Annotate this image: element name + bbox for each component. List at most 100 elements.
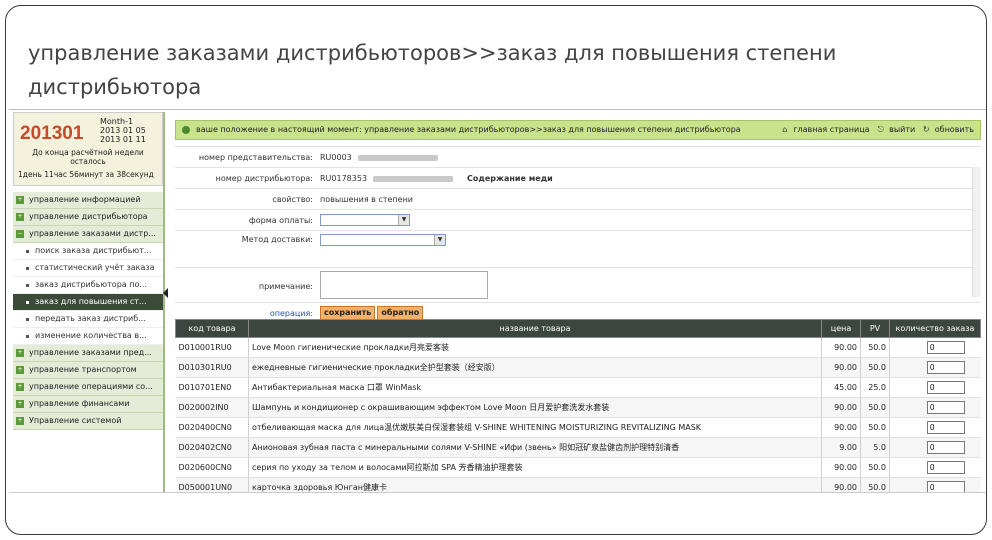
product-code: D020402CN0 bbox=[175, 437, 249, 458]
home-link[interactable]: главная страница bbox=[793, 125, 869, 134]
product-pv: 50.0 bbox=[860, 477, 890, 492]
product-name: отбеливающая маска для лица温优嫩肤美白保湿套装组 V… bbox=[248, 417, 822, 438]
save-button[interactable]: сохранить bbox=[320, 306, 376, 320]
refresh-icon[interactable]: ↻ bbox=[922, 125, 931, 134]
product-price: 9.00 bbox=[821, 437, 861, 458]
product-price: 90.00 bbox=[821, 337, 861, 358]
plus-icon: + bbox=[16, 383, 24, 391]
product-code: D050001UN0 bbox=[175, 477, 249, 492]
quantity-input[interactable] bbox=[927, 381, 965, 394]
menu-section-operations[interactable]: + управление операциями со... bbox=[13, 379, 163, 396]
payment-label: форма оплаты: bbox=[248, 216, 313, 225]
quantity-input[interactable] bbox=[927, 341, 965, 354]
collapse-sidebar-icon[interactable] bbox=[163, 288, 168, 298]
table-header-row: код товара название товара цена PV колич… bbox=[175, 319, 981, 338]
product-name: Антибактериальная маска 口罩 WinMask bbox=[248, 377, 822, 398]
chevron-down-icon: ▼ bbox=[434, 235, 445, 245]
sidebar-item-order-stats[interactable]: статистический учёт заказа bbox=[13, 260, 163, 277]
quantity-input[interactable] bbox=[927, 361, 965, 374]
location-icon bbox=[182, 126, 190, 134]
product-code: D020600CN0 bbox=[175, 457, 249, 478]
plus-icon: + bbox=[16, 213, 24, 221]
month-label: Month-1 bbox=[100, 117, 134, 126]
delivery-select[interactable]: ▼ bbox=[320, 234, 446, 246]
form-row-delivery: Метод доставки: ▼ bbox=[175, 231, 981, 268]
product-price: 90.00 bbox=[821, 417, 861, 438]
slide-frame: управление заказами дистрибьюторов>>зака… bbox=[5, 5, 987, 535]
table-row: D010301RU0 ежедневные гигиенические прок… bbox=[175, 357, 981, 378]
menu-section-system[interactable]: + Управление системой bbox=[13, 413, 163, 430]
date-start: 2013 01 05 bbox=[100, 126, 146, 135]
top-nav: ⌂ главная страница ⎋ выйти ↻ обновить bbox=[776, 121, 974, 139]
col-price: цена bbox=[821, 319, 861, 338]
distributor-value: RU0178353 Содержание меди bbox=[320, 174, 553, 183]
form-scrollbar[interactable] bbox=[972, 167, 981, 297]
note-textarea[interactable] bbox=[320, 271, 488, 299]
sidebar-item-transfer-order[interactable]: передать заказ дистриб... bbox=[13, 311, 163, 328]
home-icon[interactable]: ⌂ bbox=[780, 125, 789, 134]
bullet-icon bbox=[26, 284, 29, 287]
col-name: название товара bbox=[248, 319, 822, 338]
product-price: 90.00 bbox=[821, 397, 861, 418]
logout-link[interactable]: выйти bbox=[889, 125, 915, 134]
sidebar-item-promotion-order[interactable]: заказ для повышения ст... bbox=[13, 294, 163, 311]
menu-section-orders[interactable]: − управление заказами дистр... bbox=[13, 226, 163, 243]
week-dates: Month-1 2013 01 05 2013 01 11 bbox=[100, 117, 146, 144]
table-row: D020400CN0 отбеливающая маска для лица温优… bbox=[175, 417, 981, 438]
operation-label: операция: bbox=[269, 309, 313, 318]
product-name: ежедневные гигиенические прокладки全护型套装（… bbox=[248, 357, 822, 378]
product-pv: 50.0 bbox=[860, 417, 890, 438]
product-price: 90.00 bbox=[821, 457, 861, 478]
quantity-input[interactable] bbox=[927, 441, 965, 454]
blurred-name bbox=[357, 154, 438, 161]
back-button[interactable]: обратно bbox=[377, 306, 424, 320]
table-row: D010701EN0 Антибактериальная маска 口罩 Wi… bbox=[175, 377, 981, 398]
product-pv: 50.0 bbox=[860, 457, 890, 478]
plus-icon: + bbox=[16, 366, 24, 374]
blurred-name bbox=[373, 175, 454, 182]
product-price: 45.00 bbox=[821, 377, 861, 398]
deadline-text: До конца расчётной недели осталось bbox=[32, 148, 144, 166]
property-label: свойство: bbox=[272, 195, 313, 204]
table-row: D010001RU0 Love Moon гигиенические прокл… bbox=[175, 337, 981, 358]
product-code: D020400CN0 bbox=[175, 417, 249, 438]
refresh-link[interactable]: обновить bbox=[935, 125, 974, 134]
product-pv: 25.0 bbox=[860, 377, 890, 398]
plus-icon: + bbox=[16, 400, 24, 408]
bullet-icon bbox=[26, 301, 29, 304]
menu-section-transport[interactable]: + управление транспортом bbox=[13, 362, 163, 379]
date-end: 2013 01 11 bbox=[100, 135, 146, 144]
menu-section-distributor[interactable]: + управление дистрибьютора bbox=[13, 209, 163, 226]
exit-icon[interactable]: ⎋ bbox=[876, 125, 885, 134]
delivery-label: Метод доставки: bbox=[241, 235, 313, 244]
remaining-time-text: 1день 11час 56минут за 38секунд bbox=[18, 170, 154, 179]
quantity-input[interactable] bbox=[927, 421, 965, 434]
bullet-icon bbox=[26, 318, 29, 321]
quantity-input[interactable] bbox=[927, 481, 965, 492]
app-screenshot: 201301 Month-1 2013 01 05 2013 01 11 До … bbox=[9, 109, 986, 493]
form-row-property: свойство: повышения в степени bbox=[175, 189, 981, 210]
product-code: D010301RU0 bbox=[175, 357, 249, 378]
sidebar-menu: + управление информацией + управление дист… bbox=[13, 192, 163, 430]
rep-value: RU0003 bbox=[320, 153, 438, 162]
table-row: D020402CN0 Анионовая зубная паста с мине… bbox=[175, 437, 981, 458]
note-label: примечание: bbox=[258, 282, 313, 291]
quantity-input[interactable] bbox=[927, 401, 965, 414]
sidebar-item-change-quantity[interactable]: изменение количества в... bbox=[13, 328, 163, 345]
breadcrumb: ваше положение в настоящий момент: управ… bbox=[196, 125, 741, 134]
quantity-input[interactable] bbox=[927, 461, 965, 474]
location-bar: ваше положение в настоящий момент: управ… bbox=[175, 120, 981, 140]
product-price: 90.00 bbox=[821, 357, 861, 378]
product-name: Шампунь и кондиционер с окрашивающим эфф… bbox=[248, 397, 822, 418]
bullet-icon bbox=[26, 267, 29, 270]
plus-icon: + bbox=[16, 417, 24, 425]
menu-section-finance[interactable]: + управление финансами bbox=[13, 396, 163, 413]
product-pv: 50.0 bbox=[860, 337, 890, 358]
menu-section-rep-orders[interactable]: + управление заказами пред... bbox=[13, 345, 163, 362]
sidebar-item-search-orders[interactable]: поиск заказа дистрибьют... bbox=[13, 243, 163, 260]
col-code: код товара bbox=[175, 319, 249, 338]
sidebar-item-distributor-order[interactable]: заказ дистрибьютора по... bbox=[13, 277, 163, 294]
menu-section-info[interactable]: + управление информацией bbox=[13, 192, 163, 209]
payment-select[interactable]: ▼ bbox=[320, 214, 410, 226]
plus-icon: + bbox=[16, 349, 24, 357]
